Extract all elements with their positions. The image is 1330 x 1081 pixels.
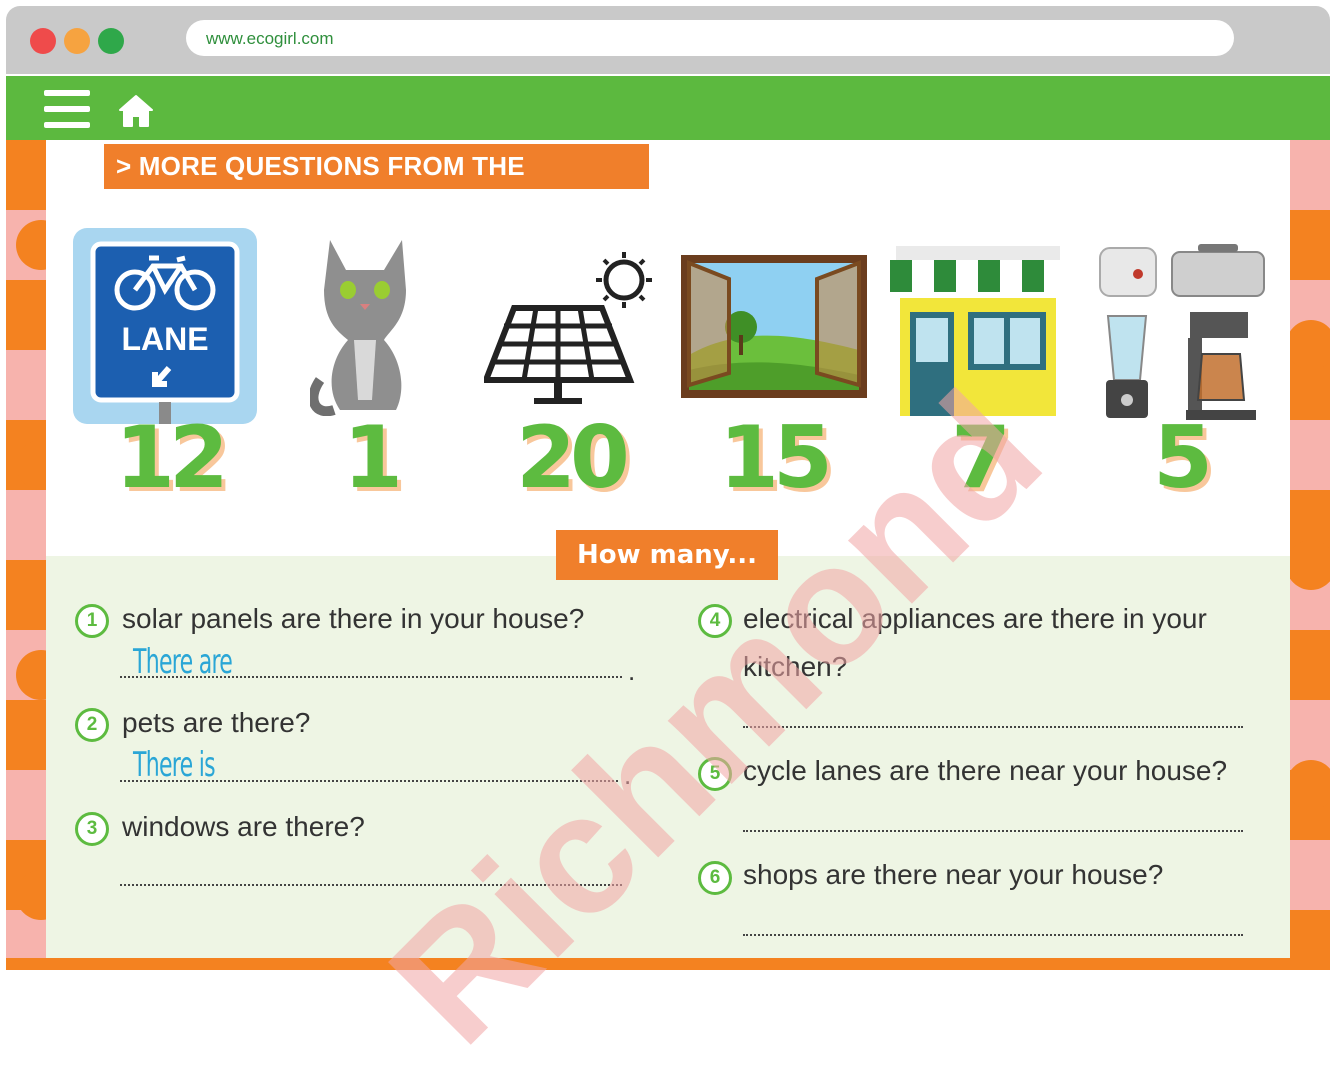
picture-number-2: 1 xyxy=(343,408,403,508)
question-4-text: electrical appliances are there in your xyxy=(743,603,1207,634)
question-1-text: solar panels are there in your house? xyxy=(122,603,585,634)
answer-line-1[interactable] xyxy=(120,676,622,678)
question-number-5: 5 xyxy=(698,757,732,791)
electrical-appliances-picture xyxy=(1099,244,1265,420)
picture-number-3: 20 xyxy=(516,408,630,508)
close-window-button[interactable] xyxy=(30,28,56,54)
site-navbar xyxy=(6,76,1330,140)
answer-2-period: . xyxy=(624,760,632,790)
window-picture xyxy=(681,255,867,398)
question-number-6: 6 xyxy=(698,861,732,895)
question-number-2: 2 xyxy=(75,708,109,742)
home-icon[interactable] xyxy=(118,94,154,128)
bottom-decorative-border xyxy=(6,958,1330,970)
solar-panel-picture xyxy=(484,252,652,404)
left-decorative-border xyxy=(6,140,46,970)
question-3-text: windows are there? xyxy=(122,811,365,842)
exercise-title: How many... xyxy=(556,530,778,580)
answer-line-2[interactable] xyxy=(120,780,618,782)
section-title: > MORE QUESTIONS FROM THE FOLLOWERS! xyxy=(104,144,649,226)
menu-icon[interactable] xyxy=(44,90,90,128)
picture-number-4: 15 xyxy=(719,408,833,508)
answer-line-6[interactable] xyxy=(743,934,1243,936)
right-decorative-border xyxy=(1290,140,1330,970)
answer-line-3[interactable] xyxy=(120,884,622,886)
question-6-text: shops are there near your house? xyxy=(743,859,1164,890)
cat-picture xyxy=(310,240,406,416)
sign-text: LANE xyxy=(121,321,208,357)
picture-number-5: 7 xyxy=(951,408,1011,508)
answer-line-4[interactable] xyxy=(743,726,1243,728)
question-4-text-line2: kitchen? xyxy=(743,651,848,682)
address-bar[interactable]: www.ecogirl.com xyxy=(186,20,1234,56)
maximize-window-button[interactable] xyxy=(98,28,124,54)
browser-chrome: www.ecogirl.com xyxy=(6,6,1330,74)
picture-number-6: 5 xyxy=(1153,408,1213,508)
answer-1-period: . xyxy=(628,656,636,686)
url-text: www.ecogirl.com xyxy=(206,29,334,48)
answer-line-5[interactable] xyxy=(743,830,1243,832)
question-number-3: 3 xyxy=(75,812,109,846)
cycle-lane-sign-picture: LANE xyxy=(73,228,257,424)
answer-2[interactable]: There is xyxy=(133,745,216,785)
question-number-1: 1 xyxy=(75,604,109,638)
picture-number-1: 12 xyxy=(115,408,229,508)
minimize-window-button[interactable] xyxy=(64,28,90,54)
question-number-4: 4 xyxy=(698,604,732,638)
shop-picture xyxy=(890,246,1066,416)
question-2-text: pets are there? xyxy=(122,707,311,738)
question-5-text: cycle lanes are there near your house? xyxy=(743,755,1228,786)
